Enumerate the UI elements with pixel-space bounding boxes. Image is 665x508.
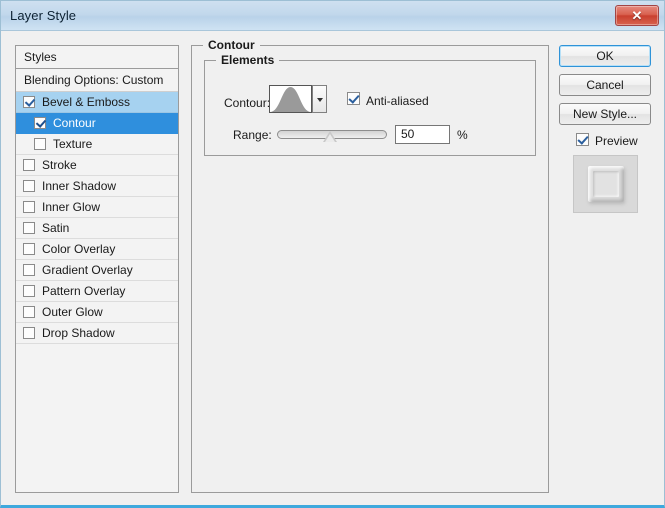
cancel-button[interactable]: Cancel [559, 74, 651, 96]
range-input[interactable]: 50 [395, 125, 450, 144]
style-row-checkbox[interactable] [23, 180, 35, 192]
style-row-checkbox[interactable] [23, 306, 35, 318]
style-row[interactable]: Contour [16, 113, 178, 134]
style-row[interactable]: Inner Shadow [16, 176, 178, 197]
anti-aliased-label: Anti-aliased [366, 94, 429, 108]
range-percent-label: % [457, 128, 468, 142]
blending-options-label: Blending Options: Custom [24, 73, 164, 87]
close-icon: ✕ [631, 7, 643, 23]
title-bar: Layer Style ✕ [1, 1, 664, 31]
preview-thumbnail-shape [588, 166, 624, 202]
style-row-label: Satin [42, 221, 70, 235]
style-row-label: Inner Glow [42, 200, 101, 214]
style-row[interactable]: Satin [16, 218, 178, 239]
window-title: Layer Style [10, 8, 77, 23]
style-row[interactable]: Color Overlay [16, 239, 178, 260]
dialog-client-area: Styles Blending Options: Custom Bevel & … [1, 31, 664, 505]
style-row-label: Stroke [42, 158, 77, 172]
preview-checkbox[interactable] [576, 133, 589, 146]
style-row-checkbox[interactable] [23, 285, 35, 297]
close-button[interactable]: ✕ [615, 5, 659, 26]
preview-thumbnail [573, 155, 638, 213]
style-row-label: Contour [53, 116, 96, 130]
style-row-label: Color Overlay [42, 242, 116, 256]
blending-options-row[interactable]: Blending Options: Custom [16, 69, 178, 92]
style-row-label: Bevel & Emboss [42, 95, 131, 109]
style-row-checkbox[interactable] [34, 117, 46, 129]
style-row[interactable]: Outer Glow [16, 302, 178, 323]
style-row-label: Gradient Overlay [42, 263, 133, 277]
style-row[interactable]: Bevel & Emboss [16, 92, 178, 113]
styles-rows-container: Bevel & Emboss Contour Texture Stroke Inner … [16, 92, 178, 344]
bell-curve-contour-icon [270, 87, 311, 112]
contour-dropdown-button[interactable] [312, 85, 327, 113]
preview-label: Preview [595, 134, 638, 148]
style-row-checkbox[interactable] [23, 222, 35, 234]
anti-aliased-checkbox[interactable] [347, 92, 360, 105]
styles-panel-header: Styles [16, 46, 178, 69]
styles-header-label: Styles [24, 50, 57, 64]
style-row-checkbox[interactable] [34, 138, 46, 150]
range-slider-thumb[interactable] [323, 131, 337, 142]
layer-style-dialog: Layer Style ✕ Styles Blending Options: C… [0, 0, 665, 508]
contour-field-label: Contour: [224, 96, 271, 110]
style-row-checkbox[interactable] [23, 96, 35, 108]
style-row-label: Drop Shadow [42, 326, 115, 340]
contour-group-box: Contour Elements Contour: Anti-aliased R… [191, 38, 549, 493]
elements-group-box: Elements Contour: Anti-aliased Range: 50… [204, 53, 536, 156]
style-row-checkbox[interactable] [23, 327, 35, 339]
elements-group-title: Elements [216, 53, 280, 67]
style-row[interactable]: Inner Glow [16, 197, 178, 218]
style-row-label: Pattern Overlay [42, 284, 126, 298]
style-row-checkbox[interactable] [23, 159, 35, 171]
new-style-button[interactable]: New Style... [559, 103, 651, 125]
style-row-label: Outer Glow [42, 305, 103, 319]
style-row-label: Inner Shadow [42, 179, 117, 193]
style-row[interactable]: Pattern Overlay [16, 281, 178, 302]
style-row-checkbox[interactable] [23, 201, 35, 213]
style-row[interactable]: Stroke [16, 155, 178, 176]
style-row-checkbox[interactable] [23, 264, 35, 276]
styles-list-panel: Styles Blending Options: Custom Bevel & … [15, 45, 179, 493]
range-field-label: Range: [233, 128, 272, 142]
style-row-label: Texture [53, 137, 93, 151]
contour-preview-swatch[interactable] [269, 85, 312, 113]
contour-group-title: Contour [203, 38, 260, 52]
style-row[interactable]: Gradient Overlay [16, 260, 178, 281]
style-row[interactable]: Texture [16, 134, 178, 155]
style-row-checkbox[interactable] [23, 243, 35, 255]
ok-button[interactable]: OK [559, 45, 651, 67]
style-row[interactable]: Drop Shadow [16, 323, 178, 344]
